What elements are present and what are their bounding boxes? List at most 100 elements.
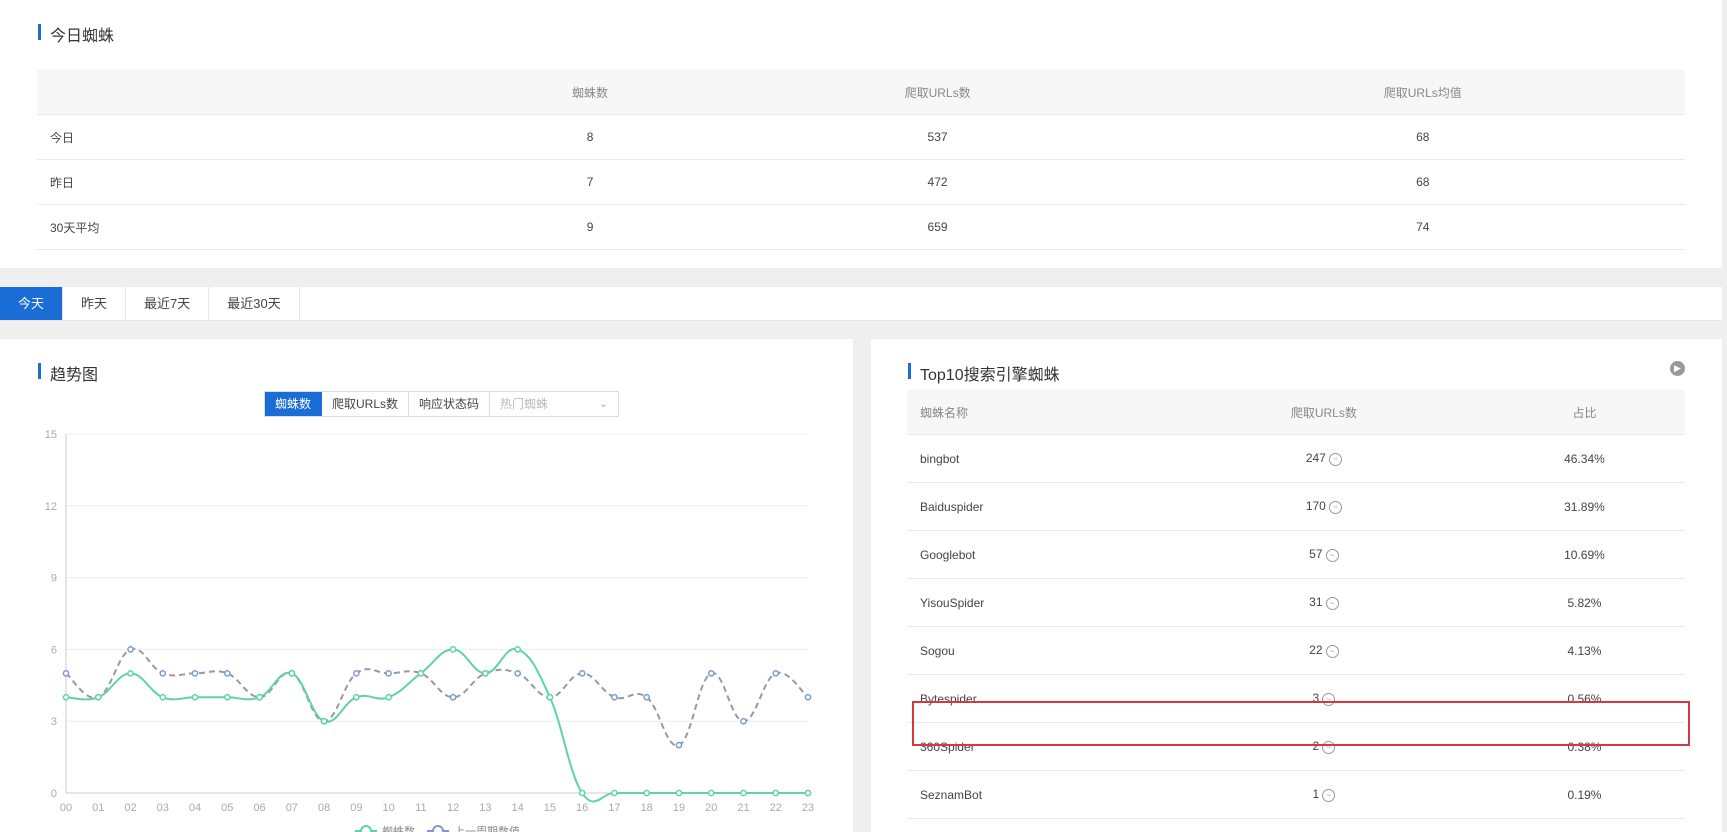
previous-period-point (514, 669, 522, 677)
legend-marker (432, 825, 444, 832)
x-tick-label: 05 (221, 802, 233, 814)
spider-count-point (643, 789, 651, 797)
x-tick-label: 07 (286, 802, 298, 814)
y-tick-label: 15 (45, 429, 57, 441)
cell: 659 (714, 204, 1161, 250)
x-tick-label: 12 (447, 802, 459, 814)
spider-count-point (191, 693, 199, 701)
trend-icon[interactable]: ~ (1325, 644, 1339, 658)
previous-period-point (675, 741, 683, 749)
spider-count-point (482, 669, 489, 677)
cell: 68 (1160, 114, 1685, 160)
spider-name: bingbot (907, 434, 1164, 483)
cell: 8 (465, 114, 715, 160)
spider-count-line (65, 648, 808, 803)
table-row: 30天平均 9 659 74 (37, 204, 1685, 250)
x-tick-label: 21 (737, 802, 749, 814)
share: 10.69% (1483, 530, 1685, 579)
table-row: Googlebot 57 ~ 10.69% (907, 530, 1685, 579)
spider-count-point (417, 669, 425, 677)
x-tick-label: 16 (576, 802, 588, 814)
previous-period-point (578, 669, 586, 677)
top10-title: Top10搜索引擎蜘蛛 (908, 361, 1060, 385)
x-tick-label: 04 (189, 802, 201, 814)
cell: 472 (714, 159, 1161, 205)
tab-today[interactable]: 今天 (0, 287, 64, 320)
y-tick-label: 6 (51, 644, 57, 656)
previous-period-point (707, 669, 715, 677)
more-arrow-icon[interactable]: ▶ (1670, 361, 1685, 376)
trend-icon[interactable]: ~ (1322, 788, 1336, 802)
today-spiders-panel: 今日蜘蛛 蜘蛛数 爬取URLs数 爬取URLs均值 今日 8 537 68 昨日… (0, 0, 1722, 268)
time-range-tabs: 今天 昨天 最近7天 最近30天 (0, 287, 1722, 321)
col-header: 爬取URLs均值 (1160, 70, 1685, 115)
spider-count-point (514, 646, 522, 653)
y-tick-label: 12 (45, 501, 57, 513)
spider-count-point (546, 693, 554, 701)
tab-last-30-days[interactable]: 最近30天 (209, 287, 300, 320)
x-tick-label: 23 (802, 802, 814, 814)
crawl-count: 1 ~ (1163, 770, 1484, 819)
cell: 9 (465, 204, 715, 250)
x-tick-label: 20 (705, 802, 717, 814)
x-tick-label: 03 (157, 802, 169, 814)
today-spiders-table: 蜘蛛数 爬取URLs数 爬取URLs均值 今日 8 537 68 昨日 7 47… (37, 70, 1685, 250)
col-header: 爬取URLs数 (714, 70, 1161, 115)
x-tick-label: 17 (608, 802, 620, 814)
spider-name: Baiduspider (907, 482, 1164, 531)
col-header: 蜘蛛数 (465, 70, 715, 115)
x-tick-label: 14 (512, 802, 524, 814)
cell: 7 (465, 159, 715, 205)
legend-marker (360, 825, 372, 832)
trend-chart: 0369121500 01 02 03 04 05 06 07 08 09 10 11 12 13 14 15… (45, 429, 814, 832)
x-tick-label: 08 (318, 802, 330, 814)
previous-period-point (159, 669, 167, 677)
trend-icon[interactable]: ~ (1328, 500, 1342, 514)
spider-count-point (611, 789, 618, 797)
x-tick-label: 01 (92, 802, 104, 814)
crawl-count: 57 ~ (1163, 530, 1484, 579)
row-label: 今日 (37, 114, 466, 160)
previous-period-point (352, 669, 360, 677)
tab-last-7-days[interactable]: 最近7天 (126, 287, 210, 320)
previous-period-point (191, 669, 199, 677)
crawl-count: 247 ~ (1163, 434, 1484, 483)
trend-icon[interactable]: ~ (1325, 596, 1339, 610)
previous-period-point (772, 669, 780, 677)
x-tick-label: 10 (382, 802, 394, 814)
x-tick-label: 22 (770, 802, 782, 814)
previous-period-line (65, 647, 809, 747)
row-label: 昨日 (37, 159, 466, 205)
spider-count-point (352, 693, 360, 701)
previous-period-point (804, 693, 812, 701)
table-row: 昨日 7 472 68 (37, 159, 1685, 205)
share: 31.89% (1483, 482, 1685, 531)
spider-count-point (772, 789, 780, 797)
spider-count-point (159, 693, 167, 701)
table-row: Sogou 22 ~ 4.13% (907, 626, 1685, 675)
tab-yesterday[interactable]: 昨天 (63, 287, 127, 320)
trend-icon[interactable]: ~ (1328, 452, 1342, 466)
trend-icon[interactable]: ~ (1325, 548, 1339, 562)
cell: 68 (1160, 159, 1685, 205)
spider-count-point (385, 693, 392, 701)
previous-period-point (127, 646, 134, 653)
col-header: 蜘蛛名称 (907, 390, 1164, 435)
share: 5.82% (1483, 578, 1685, 627)
x-tick-label: 06 (253, 802, 265, 814)
col-header: 爬取URLs数 (1163, 390, 1484, 435)
spider-count-point (675, 789, 683, 797)
row-highlight-box (912, 701, 1690, 746)
spider-count-point (288, 669, 296, 677)
y-tick-label: 9 (51, 573, 57, 585)
top10-table: 蜘蛛名称 爬取URLs数 占比 bingbot 247 ~ 46.34% Baid… (907, 390, 1685, 819)
legend-label: 蜘蛛数 (382, 824, 415, 832)
previous-period-point (385, 669, 392, 677)
share: 0.19% (1483, 770, 1685, 819)
spider-count-point (578, 789, 586, 797)
today-spiders-title: 今日蜘蛛 (37, 22, 114, 46)
share: 46.34% (1483, 434, 1685, 483)
spider-count-point (804, 789, 812, 797)
row-label: 30天平均 (37, 204, 466, 250)
previous-period-point (740, 717, 747, 725)
